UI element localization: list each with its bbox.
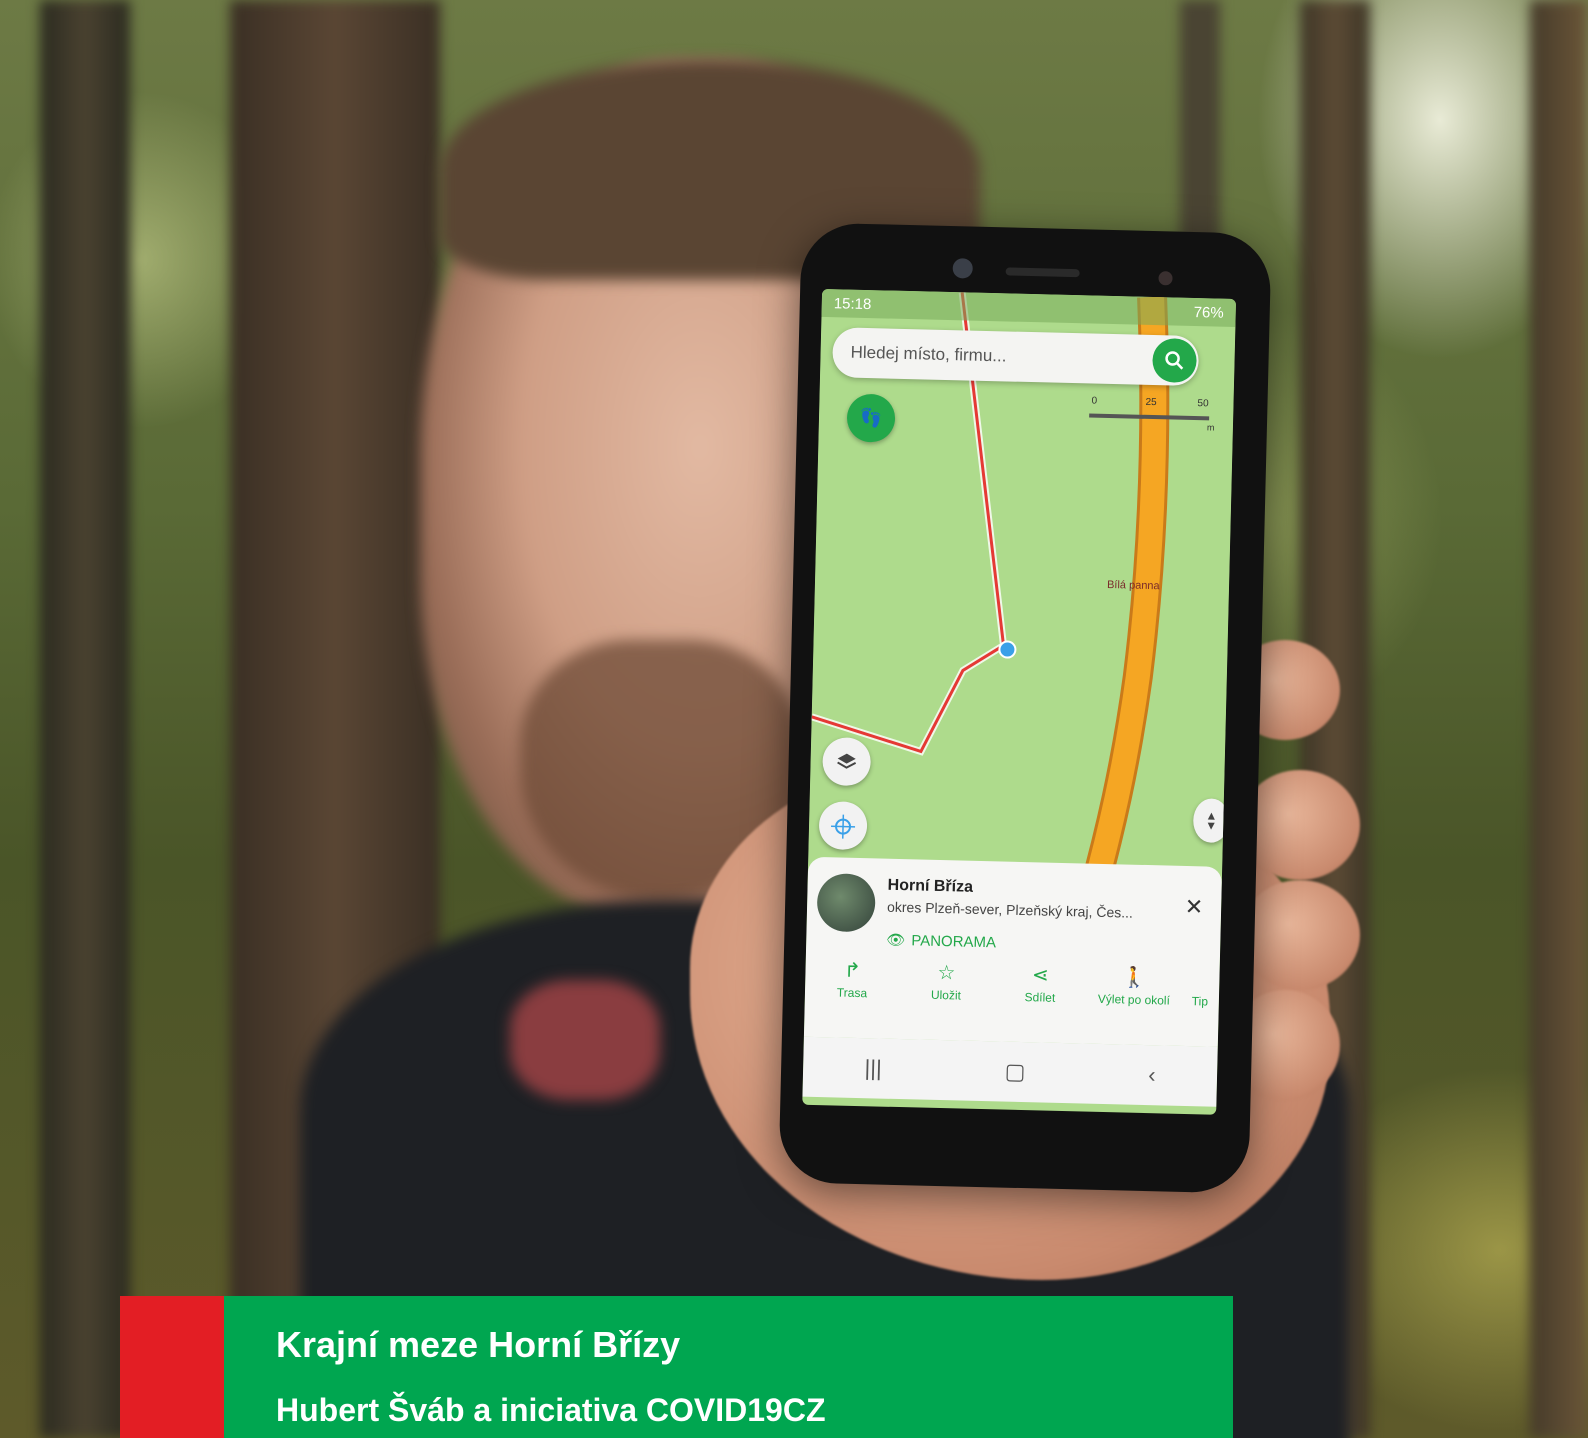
action-label: Tip [1191,994,1209,1009]
earpiece [1005,267,1080,278]
smartphone: 0 25 50 m Bílá panna 15:18 76% Hledej mí… [778,222,1272,1194]
hiking-icon: 🚶 [1121,966,1148,990]
action-label: Výlet po okolí [1097,991,1171,1008]
share-icon: ⋖ [1031,964,1050,987]
tree-trunk [40,0,130,1438]
search-button[interactable] [1152,338,1198,384]
star-icon: ☆ [937,961,956,985]
person-shirt [510,980,660,1100]
tilt-button[interactable]: ▲ ▼ [1192,798,1230,844]
recents-icon[interactable]: ||| [864,1055,882,1081]
panorama-link[interactable]: 👁 PANORAMA [886,931,996,952]
scale-unit: m [1207,422,1215,432]
scale-label: 50 [1197,398,1209,409]
updown-icon: ▲ ▼ [1205,808,1218,833]
sensor [1158,271,1173,286]
android-nav-bar: ||| ▢ ‹ [802,1036,1218,1107]
action-route[interactable]: ↱ Trasa [809,959,896,1001]
action-share[interactable]: ⋖ Sdílet [997,963,1084,1005]
front-camera [952,258,973,279]
panorama-label: PANORAMA [911,931,997,951]
action-label: Trasa [836,985,868,1001]
poi-thumbnail[interactable] [816,872,876,933]
search-bar[interactable]: Hledej místo, firmu... [832,327,1200,387]
scale-label: 0 [1091,396,1097,407]
route-icon: ↱ [843,959,862,983]
status-time: 15:18 [833,294,872,313]
caption-title: Krajní meze Horní Břízy [276,1324,681,1365]
map-place-label[interactable]: Bílá panna [1107,579,1161,592]
search-input[interactable]: Hledej místo, firmu... [850,343,1006,367]
eye-icon: 👁 [886,931,906,950]
home-icon[interactable]: ▢ [1004,1059,1025,1086]
tree-trunk [1530,0,1588,1438]
close-icon[interactable]: ✕ [1184,894,1203,920]
caption-banner: Krajní meze Horní Břízy Hubert Šváb a in… [224,1296,1233,1438]
footprints-icon: 👣 [859,407,883,428]
tip-icon [1197,968,1203,990]
action-save[interactable]: ☆ Uložit [903,961,990,1003]
phone-screen: 0 25 50 m Bílá panna 15:18 76% Hledej mí… [802,288,1237,1115]
scale-label: 25 [1145,397,1157,408]
action-label: Uložit [930,987,962,1003]
back-icon[interactable]: ‹ [1148,1062,1156,1088]
action-bar: ↱ Trasa ☆ Uložit ⋖ Sdílet 🚶 Výlet po oko… [804,959,1220,1039]
poi-title: Horní Bříza [887,876,974,896]
caption-red-block [120,1296,224,1438]
action-label: Sdílet [1024,990,1056,1005]
status-battery: 76% [1193,303,1224,322]
poi-subtitle: okres Plzeň-sever, Plzeňský kraj, Čes... [886,898,1134,921]
compass-icon [831,814,856,839]
layers-icon [837,753,857,769]
action-trip[interactable]: 🚶 Výlet po okolí [1091,966,1178,1008]
action-tip[interactable]: Tip [1185,968,1216,1009]
search-icon [1165,351,1184,370]
finger [1240,880,1360,990]
caption-subtitle: Hubert Šváb a iniciativa COVID19CZ [276,1392,826,1428]
